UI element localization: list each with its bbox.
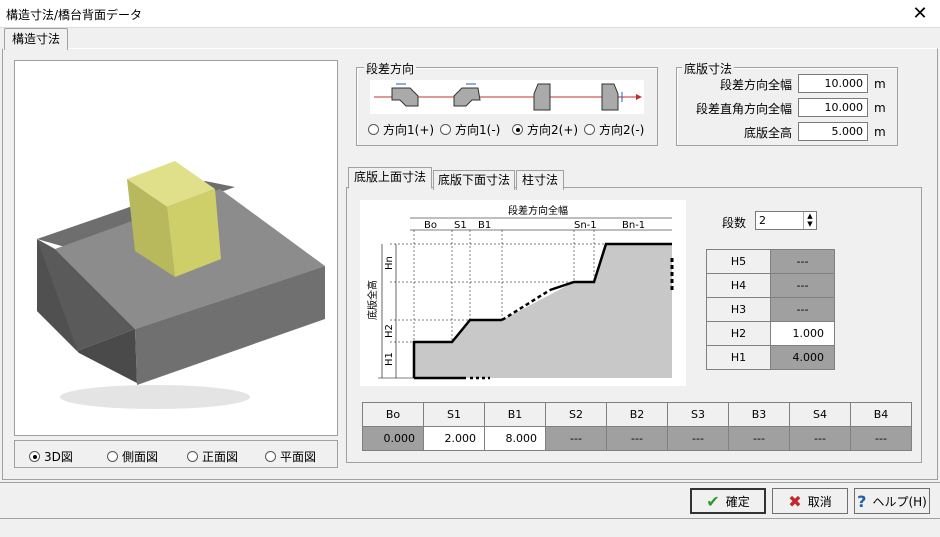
row-label: H2 bbox=[706, 321, 771, 346]
slab-dimensions-title: 底版寸法 bbox=[682, 60, 735, 77]
width-cell-b2[interactable]: --- bbox=[606, 426, 668, 451]
table-row: H2 1.000 bbox=[706, 321, 835, 346]
title-bar: 構造寸法/橋台背面データ ✕ bbox=[0, 0, 940, 28]
3d-viewport[interactable] bbox=[14, 60, 338, 436]
width-cell-bo[interactable]: 0.000 bbox=[362, 426, 424, 451]
unit-m: m bbox=[874, 101, 886, 115]
height-cell[interactable]: 4.000 bbox=[770, 345, 835, 370]
checkmark-icon: ✔ bbox=[706, 491, 720, 511]
diagram-label-sn: Sn-1 bbox=[574, 220, 597, 231]
view-mode-group: 3D図 側面図 正面図 平面図 bbox=[14, 440, 338, 468]
width-cell-s3[interactable]: --- bbox=[667, 426, 729, 451]
steps-value: 2 bbox=[759, 214, 766, 227]
unit-m: m bbox=[874, 125, 886, 139]
column-header-s4: S4 bbox=[789, 402, 851, 427]
column-header-s3: S3 bbox=[667, 402, 729, 427]
step-direction-title: 段差方向 bbox=[364, 60, 417, 77]
label-perp-width: 段差直角方向全幅 bbox=[695, 102, 792, 116]
height-cell[interactable]: --- bbox=[770, 273, 835, 298]
width-cell-s2[interactable]: --- bbox=[545, 426, 607, 451]
radio-front-view[interactable]: 正面図 bbox=[187, 448, 238, 465]
table-row: H1 4.000 bbox=[706, 345, 835, 370]
table-header-row: Bo S1 B1 S2 B2 S3 B3 S4 B4 bbox=[362, 402, 912, 427]
row-label: H3 bbox=[706, 297, 771, 322]
slab-section-diagram: 段差方向全幅 Bo S1 B1 Sn-1 Bn-1 底版全高 Hn H2 H1 bbox=[360, 200, 686, 386]
3d-model-view bbox=[37, 161, 325, 409]
label-step-dir-width: 段差方向全幅 bbox=[719, 78, 792, 92]
diagram-label-s1: S1 bbox=[454, 220, 467, 231]
diagram-label-h2: H2 bbox=[384, 324, 395, 338]
diagram-label-b1: B1 bbox=[478, 220, 491, 231]
radio-direction-1-plus[interactable]: 方向1(+) bbox=[368, 121, 434, 138]
column-header-s2: S2 bbox=[545, 402, 607, 427]
question-icon: ? bbox=[857, 491, 867, 511]
diagram-label-slab-height: 底版全高 bbox=[366, 280, 379, 320]
widths-table: Bo S1 B1 S2 B2 S3 B3 S4 B4 0.000 2.000 8.000 --- ---… bbox=[362, 402, 912, 451]
cross-icon: ✖ bbox=[788, 491, 802, 511]
width-cell-s4[interactable]: --- bbox=[789, 426, 851, 451]
tab-slab-top[interactable]: 底版上面寸法 bbox=[348, 167, 432, 189]
steps-label: 段数 bbox=[722, 216, 747, 230]
input-perp-width[interactable]: 10.000 bbox=[798, 98, 868, 117]
table-row: H3 --- bbox=[706, 297, 835, 322]
input-step-dir-width[interactable]: 10.000 bbox=[798, 74, 868, 93]
width-cell-s1[interactable]: 2.000 bbox=[423, 426, 485, 451]
column-header-b3: B3 bbox=[728, 402, 790, 427]
radio-plan-view[interactable]: 平面図 bbox=[265, 448, 316, 465]
steps-spinner[interactable]: 2 ▲ ▼ bbox=[755, 211, 817, 230]
table-row: H4 --- bbox=[706, 273, 835, 298]
separator bbox=[0, 482, 940, 483]
width-cell-b4[interactable]: --- bbox=[850, 426, 912, 451]
radio-direction-2-minus[interactable]: 方向2(-) bbox=[584, 121, 644, 138]
row-label: H1 bbox=[706, 345, 771, 370]
step-direction-icons bbox=[370, 80, 644, 114]
label-slab-height: 底版全高 bbox=[743, 126, 792, 140]
diagram-label-h1: H1 bbox=[384, 352, 395, 366]
column-header-b4: B4 bbox=[850, 402, 912, 427]
heights-table: H5 --- H4 --- H3 --- H2 1.000 H1 4.000 bbox=[706, 249, 835, 370]
diagram-label-bo: Bo bbox=[424, 220, 437, 231]
column-header-b1: B1 bbox=[484, 402, 546, 427]
height-cell[interactable]: 1.000 bbox=[770, 321, 835, 346]
column-header-b2: B2 bbox=[606, 402, 668, 427]
unit-m: m bbox=[874, 77, 886, 91]
tab-column[interactable]: 柱寸法 bbox=[516, 170, 564, 190]
column-header-s1: S1 bbox=[423, 402, 485, 427]
height-cell[interactable]: --- bbox=[770, 249, 835, 274]
radio-direction-2-plus[interactable]: 方向2(+) bbox=[512, 121, 578, 138]
radio-3d-view[interactable]: 3D図 bbox=[29, 448, 73, 465]
section-drawing: 段差方向全幅 Bo S1 B1 Sn-1 Bn-1 底版全高 Hn H2 H1 bbox=[366, 204, 674, 380]
diagram-label-bn: Bn-1 bbox=[622, 220, 645, 231]
cancel-button[interactable]: ✖ 取消 bbox=[772, 488, 848, 514]
ok-button[interactable]: ✔ 確定 bbox=[690, 488, 766, 514]
diagram-label-hn: Hn bbox=[384, 256, 395, 270]
width-cell-b1[interactable]: 8.000 bbox=[484, 426, 546, 451]
window-title: 構造寸法/橋台背面データ bbox=[6, 8, 143, 22]
input-slab-height[interactable]: 5.000 bbox=[798, 122, 868, 141]
table-row: 0.000 2.000 8.000 --- --- --- --- --- --- bbox=[362, 426, 912, 451]
height-cell[interactable]: --- bbox=[770, 297, 835, 322]
radio-side-view[interactable]: 側面図 bbox=[107, 448, 158, 465]
diagram-label-total-width: 段差方向全幅 bbox=[508, 204, 568, 217]
tab-slab-bottom[interactable]: 底版下面寸法 bbox=[433, 170, 515, 190]
tab-structure-dimensions[interactable]: 構造寸法 bbox=[4, 28, 68, 50]
ground-shadow bbox=[60, 385, 250, 409]
row-label: H5 bbox=[706, 249, 771, 274]
radio-direction-1-minus[interactable]: 方向1(-) bbox=[440, 121, 500, 138]
close-button[interactable]: ✕ bbox=[900, 0, 940, 28]
help-button[interactable]: ? ヘルプ(H) bbox=[854, 488, 930, 514]
direction-2-plus-icon bbox=[533, 83, 551, 111]
column-header-bo: Bo bbox=[362, 402, 424, 427]
width-cell-b3[interactable]: --- bbox=[728, 426, 790, 451]
spinner-arrows-icon[interactable]: ▲ ▼ bbox=[803, 212, 816, 229]
row-label: H4 bbox=[706, 273, 771, 298]
table-row: H5 --- bbox=[706, 249, 835, 274]
status-bar bbox=[0, 518, 940, 537]
